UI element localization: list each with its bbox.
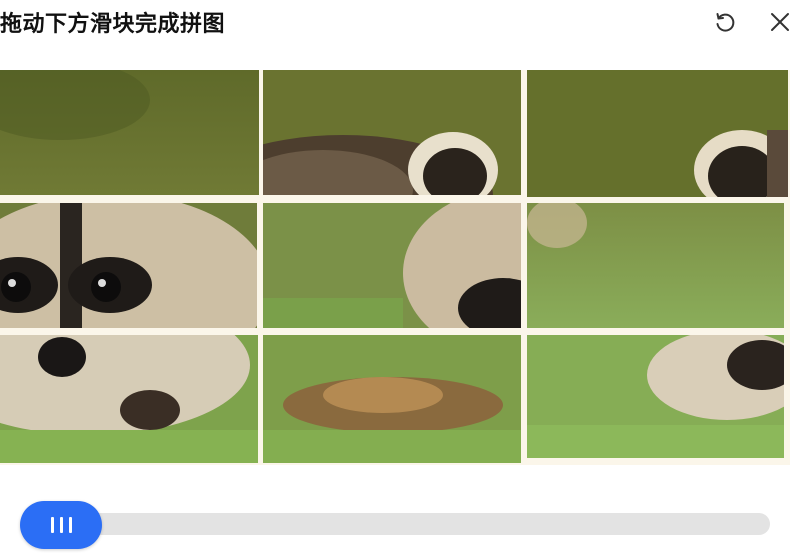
puzzle-tile bbox=[263, 203, 521, 328]
close-icon bbox=[771, 13, 789, 31]
drag-grip-icon bbox=[50, 517, 54, 533]
close-button[interactable] bbox=[766, 8, 790, 36]
drag-grip-icon bbox=[59, 517, 63, 533]
puzzle-tile bbox=[0, 335, 258, 463]
slider-handle[interactable] bbox=[20, 501, 102, 549]
puzzle-image bbox=[0, 70, 790, 465]
refresh-button[interactable] bbox=[711, 8, 739, 36]
puzzle-tile bbox=[527, 335, 784, 458]
refresh-icon bbox=[716, 13, 735, 32]
puzzle-tile bbox=[0, 70, 259, 195]
puzzle-tile bbox=[263, 335, 521, 463]
puzzle-tile bbox=[527, 203, 784, 328]
captcha-title: 拖动下方滑块完成拼图 bbox=[0, 12, 226, 37]
puzzle-tile bbox=[527, 70, 788, 197]
puzzle-tile bbox=[0, 203, 257, 328]
drag-grip-icon bbox=[68, 517, 72, 533]
slider-track[interactable] bbox=[20, 513, 770, 535]
puzzle-tile bbox=[263, 70, 521, 195]
